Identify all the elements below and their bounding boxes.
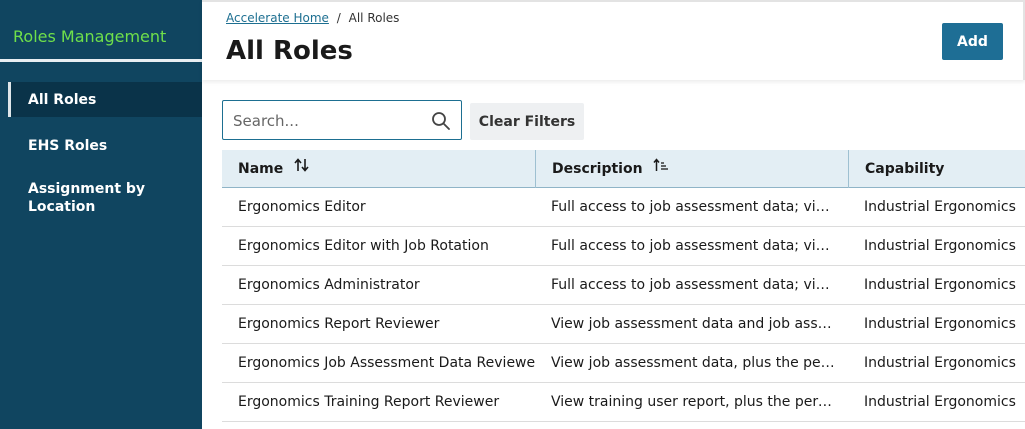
- search-input[interactable]: [233, 110, 423, 132]
- page-header: Accelerate Home / All Roles All Roles Ad…: [202, 0, 1025, 80]
- cell-name: Ergonomics Job Assessment Data Reviewer: [238, 355, 535, 371]
- table-row[interactable]: Ergonomics Administrator Full access to …: [222, 266, 1025, 305]
- breadcrumb-current: All Roles: [348, 11, 400, 25]
- sidebar-item-all-roles[interactable]: All Roles: [8, 82, 202, 117]
- cell-description: View job assessment data and job assessm…: [551, 316, 848, 332]
- cell-name: Ergonomics Administrator: [238, 277, 420, 293]
- cell-capability: Industrial Ergonomics: [864, 238, 1016, 254]
- clear-filters-button[interactable]: Clear Filters: [470, 103, 584, 140]
- sidebar-item-assignment-by-location[interactable]: Assignment by Location: [8, 171, 202, 219]
- sidebar-divider: [0, 59, 202, 62]
- cell-description: Full access to job assessment data; view…: [551, 199, 848, 215]
- column-header-description-label: Description: [552, 161, 643, 177]
- breadcrumb: Accelerate Home / All Roles: [226, 11, 399, 25]
- sidebar: Roles Management All Roles EHS Roles Ass…: [0, 0, 202, 429]
- cell-name: Ergonomics Editor with Job Rotation: [238, 238, 489, 254]
- page-title: All Roles: [226, 36, 353, 66]
- breadcrumb-home-link[interactable]: Accelerate Home: [226, 11, 329, 25]
- cell-description: Full access to job assessment data; view…: [551, 277, 848, 293]
- table-row[interactable]: Ergonomics Editor Full access to job ass…: [222, 188, 1025, 227]
- breadcrumb-separator: /: [336, 11, 341, 25]
- sidebar-title: Roles Management: [13, 27, 167, 46]
- column-header-name-label: Name: [238, 161, 284, 177]
- cell-name: Ergonomics Editor: [238, 199, 366, 215]
- table-row[interactable]: Ergonomics Training Report Reviewer View…: [222, 383, 1025, 422]
- table-row[interactable]: Ergonomics Report Reviewer View job asse…: [222, 305, 1025, 344]
- roles-table: Name Description Capability Ergonomics E…: [222, 150, 1025, 422]
- sidebar-item-ehs-roles[interactable]: EHS Roles: [8, 128, 202, 163]
- cell-capability: Industrial Ergonomics: [864, 316, 1016, 332]
- search-icon[interactable]: [431, 111, 451, 131]
- sort-ascending-icon[interactable]: [653, 149, 669, 187]
- sort-unsorted-icon[interactable]: [294, 149, 310, 187]
- cell-capability: Industrial Ergonomics: [864, 277, 1016, 293]
- cell-capability: Industrial Ergonomics: [864, 199, 1016, 215]
- column-header-name[interactable]: Name: [222, 150, 535, 188]
- add-button[interactable]: Add: [942, 23, 1003, 60]
- table-header: Name Description Capability: [222, 150, 1025, 188]
- cell-capability: Industrial Ergonomics: [864, 355, 1016, 371]
- column-header-description[interactable]: Description: [535, 150, 848, 188]
- cell-description: View job assessment data, plus the permi…: [551, 355, 848, 371]
- search-field[interactable]: [222, 100, 462, 140]
- cell-name: Ergonomics Report Reviewer: [238, 316, 440, 332]
- table-row[interactable]: Ergonomics Editor with Job Rotation Full…: [222, 227, 1025, 266]
- column-header-capability[interactable]: Capability: [848, 150, 1025, 188]
- table-row[interactable]: Ergonomics Job Assessment Data Reviewer …: [222, 344, 1025, 383]
- cell-name: Ergonomics Training Report Reviewer: [238, 394, 500, 410]
- cell-capability: Industrial Ergonomics: [864, 394, 1016, 410]
- cell-description: Full access to job assessment data; view…: [551, 238, 848, 254]
- cell-description: View training user report, plus the perm…: [551, 394, 848, 410]
- main-content: Accelerate Home / All Roles All Roles Ad…: [202, 0, 1025, 429]
